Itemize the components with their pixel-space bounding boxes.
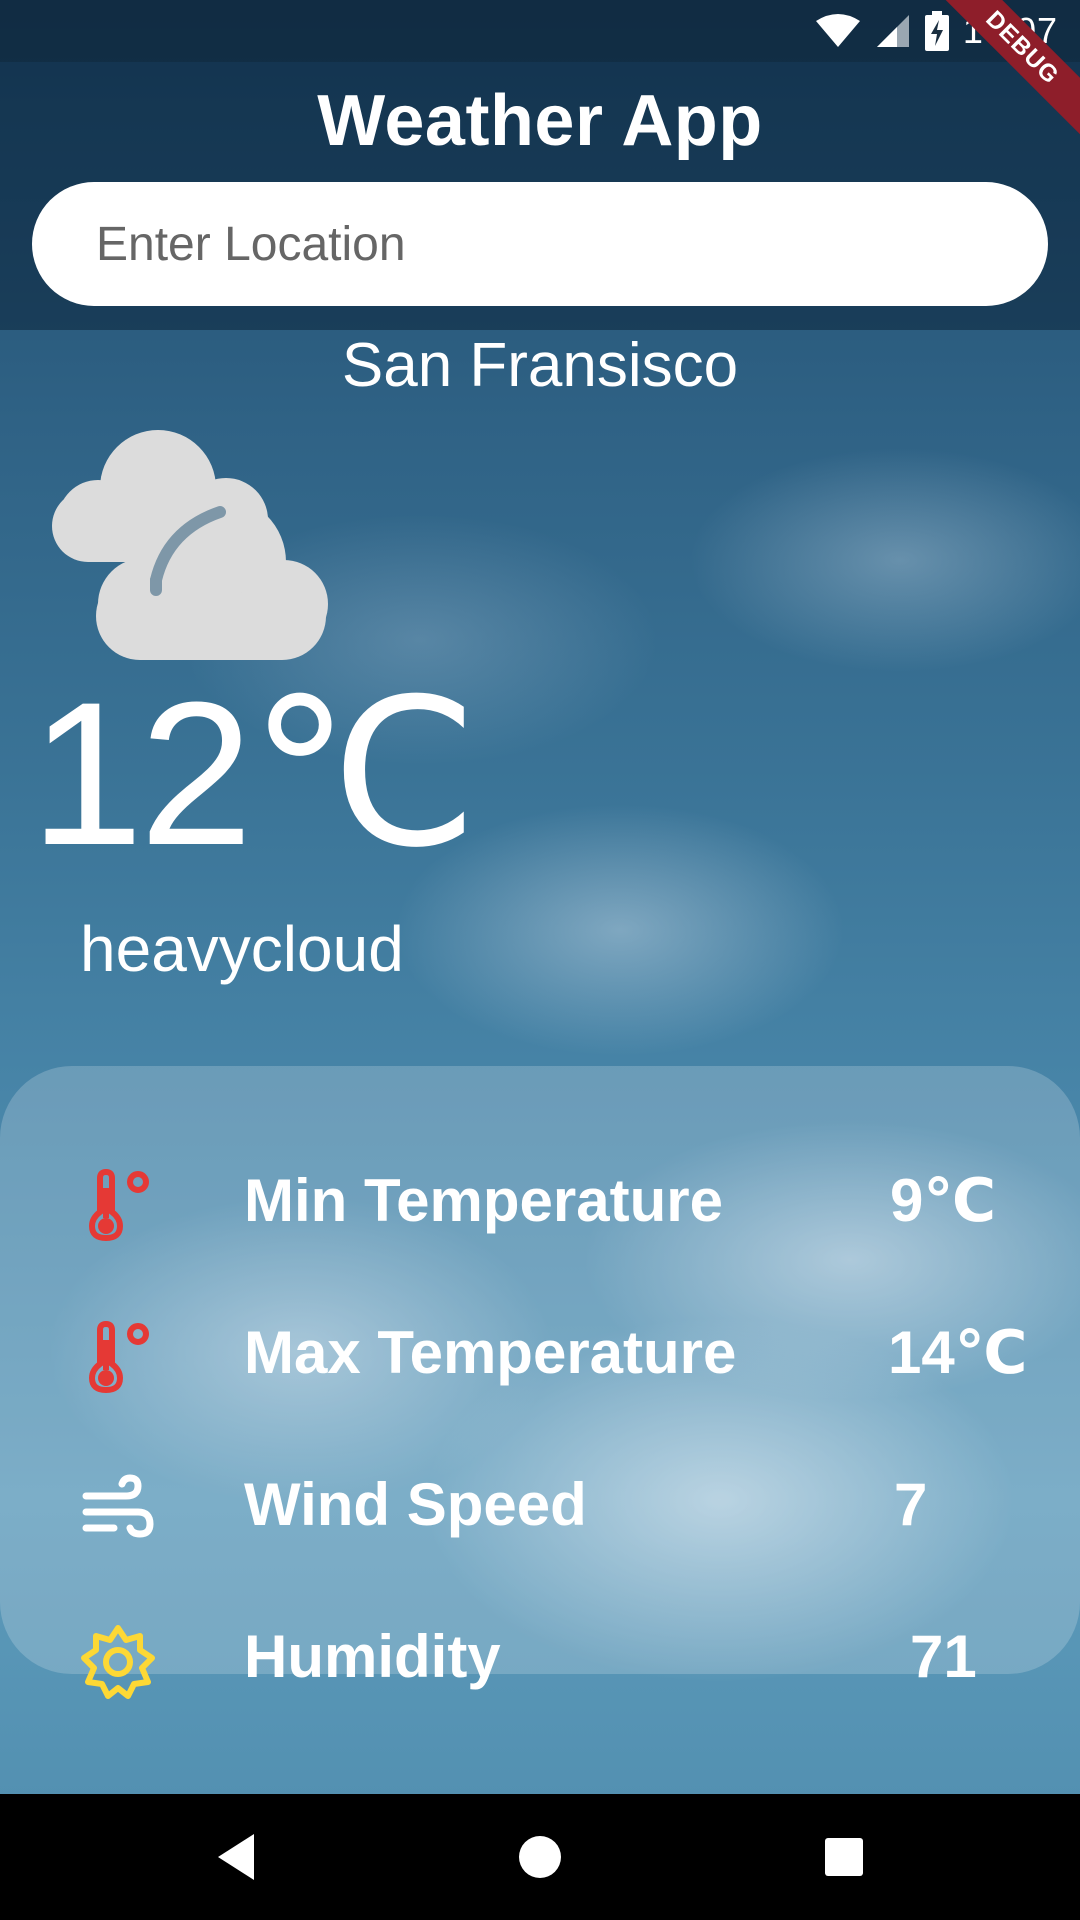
detail-label: Min Temperature [244, 1167, 723, 1234]
detail-row-wind-speed: Wind Speed 7 [0, 1444, 1080, 1564]
home-button[interactable] [460, 1794, 620, 1920]
weather-condition: heavycloud [80, 913, 404, 985]
detail-row-max-temperature: Max Temperature 14℃ [0, 1292, 1080, 1412]
battery-charging-icon [924, 11, 949, 51]
detail-row-min-temperature: Min Temperature 9℃ [0, 1140, 1080, 1260]
thermometer-icon [88, 1168, 149, 1242]
back-button[interactable] [156, 1794, 316, 1920]
home-icon [519, 1836, 561, 1878]
detail-value: 7 [894, 1471, 928, 1538]
navigation-bar [0, 1794, 1080, 1920]
detail-value: 71 [910, 1623, 977, 1690]
detail-value: 9℃ [890, 1167, 997, 1234]
cell-signal-icon [876, 15, 909, 47]
weather-screen: 10:07 Weather App San Fransisco 12℃ heav… [0, 0, 1080, 1920]
recents-button[interactable] [764, 1794, 924, 1920]
current-temperature: 12℃ [30, 660, 478, 888]
detail-label: Humidity [244, 1623, 501, 1690]
sun-icon [81, 1625, 155, 1699]
city-name: San Fransisco [341, 331, 739, 400]
wifi-icon [815, 14, 860, 47]
location-search-input[interactable] [32, 182, 1048, 306]
detail-row-humidity: Humidity 71 [0, 1596, 1080, 1716]
status-bar: 10:07 [0, 0, 1080, 62]
back-icon [218, 1834, 254, 1880]
wind-icon [82, 1474, 154, 1538]
detail-label: Wind Speed [244, 1471, 587, 1538]
weather-details-card: Min Temperature 9℃ Max Temperature 14℃ W… [0, 1066, 1080, 1699]
detail-value: 14℃ [888, 1319, 1028, 1386]
thermometer-icon [88, 1320, 149, 1394]
heavy-cloud-icon [52, 430, 328, 660]
recents-icon [825, 1838, 863, 1876]
detail-label: Max Temperature [244, 1319, 737, 1386]
app-title: Weather App [317, 81, 763, 161]
